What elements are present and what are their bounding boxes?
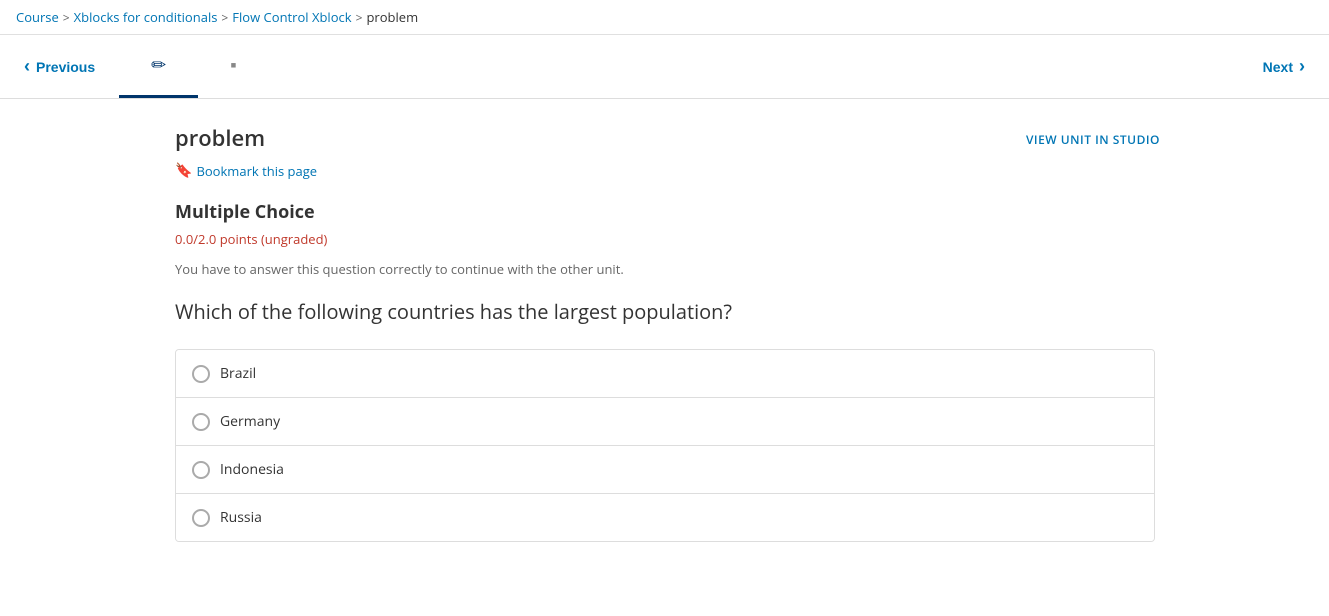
navigation-bar: Previous ✏ ▪ Next [0, 35, 1329, 99]
nav-tab-area: ✏ ▪ [119, 35, 1239, 98]
radio-indonesia[interactable] [192, 461, 210, 479]
answer-option-brazil[interactable]: Brazil [176, 350, 1154, 398]
nav-tab-edit[interactable]: ✏ [119, 35, 198, 98]
breadcrumb-sep-2: > [221, 9, 228, 26]
bookmark-link[interactable]: 🔖 Bookmark this page [175, 161, 1160, 180]
previous-label: Previous [36, 59, 95, 75]
bookmark-label: Bookmark this page [196, 162, 317, 180]
bookmark-icon: 🔖 [175, 161, 192, 180]
breadcrumb: Course > Xblocks for conditionals > Flow… [0, 0, 1329, 35]
breadcrumb-xblocks[interactable]: Xblocks for conditionals [74, 8, 218, 26]
radio-russia[interactable] [192, 509, 210, 527]
problem-instruction: You have to answer this question correct… [175, 260, 1160, 278]
next-label: Next [1263, 59, 1293, 75]
next-button[interactable]: Next [1239, 35, 1329, 98]
problem-points: 0.0/2.0 points (ungraded) [175, 230, 1160, 248]
answer-label-germany: Germany [220, 412, 280, 431]
answer-choices: Brazil Germany Indonesia Russia [175, 349, 1155, 542]
breadcrumb-current: problem [366, 8, 418, 26]
problem-question: Which of the following countries has the… [175, 298, 1160, 325]
answer-label-brazil: Brazil [220, 364, 256, 383]
breadcrumb-flow-control[interactable]: Flow Control Xblock [232, 8, 351, 26]
problem-type: Multiple Choice [175, 200, 1160, 224]
answer-option-germany[interactable]: Germany [176, 398, 1154, 446]
bookmark-tab-icon: ▪ [230, 53, 236, 77]
view-unit-in-studio-link[interactable]: VIEW UNIT IN STUDIO [1026, 131, 1160, 148]
next-arrow-icon [1299, 56, 1305, 77]
breadcrumb-sep-1: > [63, 9, 70, 26]
previous-button[interactable]: Previous [0, 35, 119, 98]
content-area: VIEW UNIT IN STUDIO problem 🔖 Bookmark t… [0, 99, 1200, 566]
problem-section: Multiple Choice 0.0/2.0 points (ungraded… [175, 200, 1160, 542]
radio-brazil[interactable] [192, 365, 210, 383]
answer-option-russia[interactable]: Russia [176, 494, 1154, 541]
page-title: problem [175, 123, 1160, 153]
answer-label-indonesia: Indonesia [220, 460, 284, 479]
radio-germany[interactable] [192, 413, 210, 431]
answer-option-indonesia[interactable]: Indonesia [176, 446, 1154, 494]
nav-tab-bookmark[interactable]: ▪ [198, 35, 268, 98]
answer-label-russia: Russia [220, 508, 262, 527]
breadcrumb-sep-3: > [356, 9, 363, 26]
previous-arrow-icon [24, 56, 30, 77]
edit-icon: ✏ [151, 53, 166, 77]
breadcrumb-course[interactable]: Course [16, 8, 59, 26]
